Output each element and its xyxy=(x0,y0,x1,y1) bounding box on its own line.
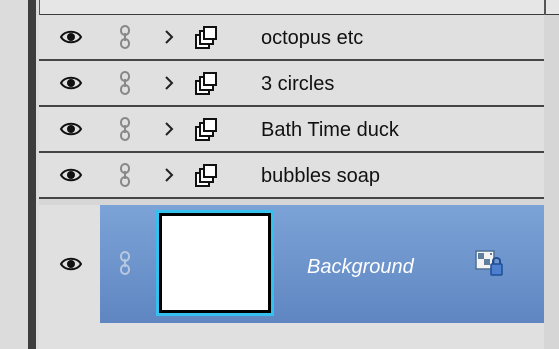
eye-icon[interactable] xyxy=(59,28,83,46)
layers-list: octopus etc 3 circles Bath Time duck bub… xyxy=(39,15,559,349)
eye-icon[interactable] xyxy=(59,74,83,92)
chevron-right-icon[interactable] xyxy=(164,121,174,137)
layer-group-icon xyxy=(195,164,217,187)
layer-name[interactable]: octopus etc xyxy=(261,27,363,49)
layer-row-3-circles[interactable]: 3 circles xyxy=(39,61,544,107)
layer-row-bubbles-soap[interactable]: bubbles soap xyxy=(39,153,544,199)
layer-group-icon xyxy=(195,26,217,49)
layer-thumbnail[interactable] xyxy=(156,210,274,316)
chevron-right-icon[interactable] xyxy=(164,29,174,45)
eye-icon[interactable] xyxy=(59,166,83,184)
locked-background-icon xyxy=(475,250,503,276)
layer-group-icon xyxy=(195,72,217,95)
thumbnail-white-canvas xyxy=(162,216,268,310)
layer-row-background[interactable]: Background xyxy=(39,205,544,323)
link-icon[interactable] xyxy=(118,251,132,275)
layer-row-octopus-etc[interactable]: octopus etc xyxy=(39,15,544,61)
link-icon[interactable] xyxy=(118,117,132,141)
layer-group-icon xyxy=(195,118,217,141)
layer-name[interactable]: Bath Time duck xyxy=(261,119,399,141)
layer-row-bath-time-duck[interactable]: Bath Time duck xyxy=(39,107,544,153)
chevron-right-icon[interactable] xyxy=(164,167,174,183)
empty-panel-space xyxy=(39,323,544,349)
eye-icon[interactable] xyxy=(59,255,83,273)
layer-name[interactable]: 3 circles xyxy=(261,73,334,95)
layer-name[interactable]: bubbles soap xyxy=(261,165,380,187)
left-panel-edge xyxy=(0,0,40,349)
layers-panel-window: octopus etc 3 circles Bath Time duck bub… xyxy=(0,0,559,349)
panel-header-strip xyxy=(39,0,559,15)
layer-name[interactable]: Background xyxy=(307,256,414,279)
eye-icon[interactable] xyxy=(59,120,83,138)
link-icon[interactable] xyxy=(118,163,132,187)
chevron-right-icon[interactable] xyxy=(164,75,174,91)
link-icon[interactable] xyxy=(118,25,132,49)
link-icon[interactable] xyxy=(118,71,132,95)
